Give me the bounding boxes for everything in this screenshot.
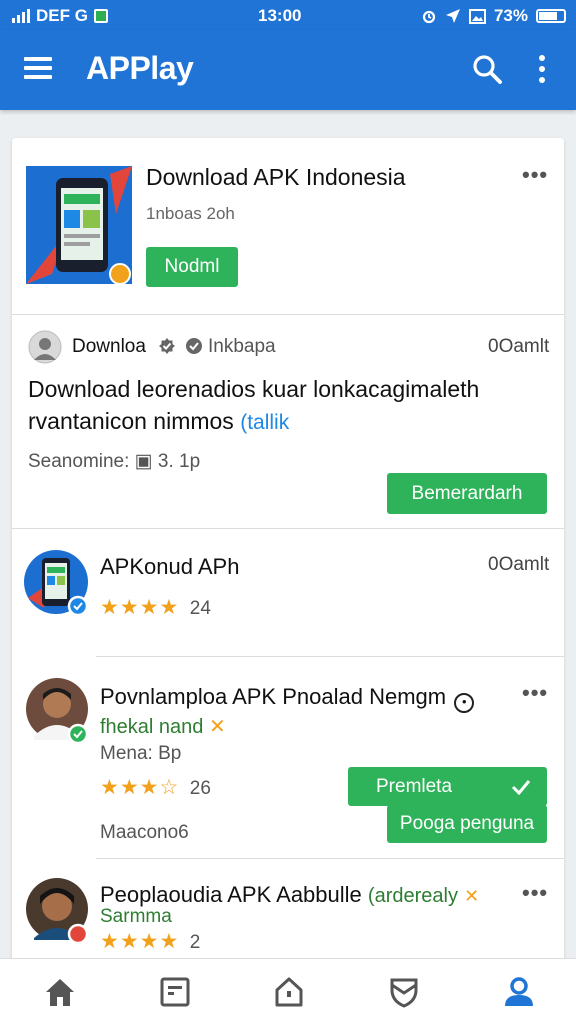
post-time: 0Oamlt (488, 554, 550, 575)
post-subtitle: Sarmma (100, 906, 172, 927)
post-title-tag: (arderealy (367, 885, 458, 907)
post-options-icon[interactable]: ••• (522, 880, 548, 906)
rating-count: 26 (189, 778, 211, 799)
post-title-text: Povnlamploa APK Pnoalad Nemgm (100, 684, 447, 709)
menu-icon[interactable] (24, 57, 52, 81)
battery-percent: 73% (493, 6, 528, 25)
gallery-icon (468, 8, 486, 24)
alarm-icon (422, 10, 436, 24)
status-left: DEF G (12, 6, 108, 26)
post-title-text: Peoplaoudia APK Aabbulle (100, 882, 362, 907)
divider (12, 314, 564, 315)
post-body-line1: Download leorenadios kuar lonkacagimalet… (28, 376, 480, 402)
app-title: APPlay (86, 50, 194, 86)
post-title: APKonud APh (100, 554, 240, 579)
preorder-button-label: Premleta (376, 775, 453, 797)
rating-count: 24 (189, 598, 211, 619)
star-rating: ★★★★ (100, 596, 180, 619)
post-stats: Seanomine: ▣ 3. 1p (28, 451, 201, 472)
location-icon (445, 9, 460, 23)
sparkle-icon: ✕ (464, 886, 480, 906)
check-circle-icon (186, 338, 202, 354)
feed-card: Download APK Indonesia 1nboas 2oh Nodml … (12, 138, 564, 968)
apps-icon[interactable] (272, 975, 306, 1009)
post-title: Download APK Indonesia (146, 164, 406, 190)
post-subtitle: fhekal nand ✕ (100, 714, 226, 739)
app-bar: APPlay (0, 30, 576, 110)
divider (12, 528, 564, 529)
battery-icon (536, 9, 566, 23)
star-rating: ★★★☆ (100, 776, 180, 799)
post-body-link[interactable]: (tallik (240, 411, 289, 434)
star-rating: ★★★★ (100, 930, 180, 953)
user-avatar (26, 878, 89, 945)
secondary-action-button[interactable]: Pooga penguna (387, 805, 547, 843)
app-thumbnail-image (26, 166, 132, 284)
post-options-icon[interactable]: ••• (522, 162, 548, 188)
author-name: Downloa (72, 336, 146, 357)
status-bar: DEF G 13:00 73% (0, 0, 576, 30)
check-icon (511, 779, 531, 795)
emoji-icon: • (454, 693, 475, 713)
user-avatar (26, 678, 89, 745)
more-vert-icon[interactable] (534, 55, 550, 85)
post-meta: 1nboas 2oh (146, 204, 235, 223)
search-icon[interactable] (472, 54, 502, 84)
signal-icon (12, 9, 30, 23)
post-options-icon[interactable]: ••• (522, 680, 548, 706)
divider (96, 656, 564, 657)
preorder-button[interactable]: Premleta (348, 767, 547, 806)
post-title: Peoplaoudia APK Aabbulle (arderealy ✕ (100, 882, 479, 908)
notification-icon (93, 9, 108, 23)
divider (96, 858, 564, 859)
post-body-line2: rvantanicon nimmos (tallik (28, 408, 289, 435)
post-title: Povnlamploa APK Pnoalad Nemgm • (100, 684, 475, 713)
post-meta: Mena: Bp (100, 743, 182, 764)
news-icon[interactable] (158, 975, 192, 1009)
status-time: 13:00 (258, 6, 302, 25)
status-right: 73% (421, 6, 566, 26)
rating-row: ★★★★ 2 (100, 929, 200, 954)
post-subtitle-text: fhekal nand (100, 716, 204, 738)
verified-icon (159, 338, 175, 354)
rating-row: ★★★☆ 26 (100, 775, 211, 800)
author-handle: Inkbapa (208, 336, 276, 357)
rating-row: ★★★★ 24 (100, 595, 211, 620)
primary-action-button[interactable]: Bemerardarh (387, 473, 547, 514)
rating-count: 2 (189, 932, 201, 953)
bottom-navigation (0, 958, 576, 1024)
home-icon[interactable] (43, 975, 77, 1009)
author-avatar (28, 330, 62, 364)
install-button[interactable]: Nodml (146, 247, 238, 287)
post-time: 0Oamlt (488, 336, 550, 357)
post-footer: Maacono6 (100, 822, 189, 843)
profile-icon[interactable] (502, 975, 536, 1009)
shield-icon[interactable] (387, 975, 421, 1009)
carrier-label: DEF G (36, 6, 88, 25)
sparkle-icon: ✕ (208, 716, 226, 738)
post-body-text: rvantanicon nimmos (28, 408, 234, 434)
app-icon (24, 550, 89, 617)
